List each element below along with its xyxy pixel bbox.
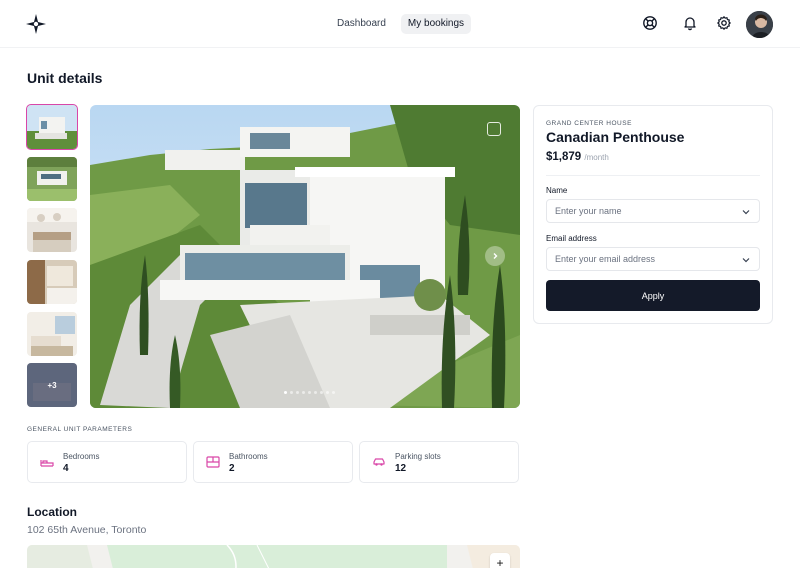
apply-button[interactable]: Apply (546, 280, 760, 311)
unit-building-name: GRAND CENTER HOUSE (546, 120, 632, 127)
gallery-thumbnail[interactable] (26, 104, 78, 150)
param-card-bedrooms: Bedrooms 4 (27, 441, 187, 483)
location-title: Location (27, 505, 77, 519)
unit-price: $1,879 /month (546, 151, 609, 163)
chevron-down-icon[interactable] (742, 256, 750, 264)
more-photos-count: +3 (27, 363, 77, 407)
booking-card: GRAND CENTER HOUSE Canadian Penthouse $1… (533, 105, 773, 324)
parameters-caption: GENERAL UNIT PARAMETERS (27, 426, 133, 433)
divider (546, 175, 760, 176)
carousel-dot[interactable] (296, 391, 299, 394)
price-unit: /month (584, 153, 609, 162)
email-input[interactable] (547, 248, 727, 270)
gallery-thumbnail-more[interactable]: +3 (27, 363, 77, 407)
top-bar: Dashboard My bookings (0, 0, 800, 48)
carousel-dot[interactable] (314, 391, 317, 394)
carousel-dot[interactable] (308, 391, 311, 394)
carousel-dot[interactable] (284, 391, 287, 394)
unit-name: Canadian Penthouse (546, 129, 685, 145)
main-photo[interactable] (90, 105, 520, 408)
carousel-dot[interactable] (302, 391, 305, 394)
expand-icon[interactable] (487, 122, 501, 136)
gallery-thumbnail[interactable] (27, 208, 77, 252)
car-icon (373, 458, 385, 466)
name-field[interactable] (546, 199, 760, 223)
user-avatar[interactable] (746, 11, 773, 38)
param-label: Bedrooms (63, 452, 100, 461)
param-value: 2 (229, 463, 235, 474)
param-label: Parking slots (395, 452, 441, 461)
nav-my-bookings[interactable]: My bookings (400, 14, 472, 34)
sparkle-logo-icon[interactable] (25, 13, 47, 35)
main-nav: Dashboard My bookings (330, 14, 472, 34)
location-address: 102 65th Avenue, Toronto (27, 524, 147, 536)
bed-icon (40, 460, 54, 467)
name-input[interactable] (547, 200, 727, 222)
carousel-dot[interactable] (326, 391, 329, 394)
price-amount: $1,879 (546, 151, 582, 163)
carousel-dot[interactable] (290, 391, 293, 394)
name-label: Name (546, 186, 568, 195)
gallery-thumbnail[interactable] (27, 312, 77, 356)
chevron-down-icon[interactable] (742, 208, 750, 216)
nav-dashboard[interactable]: Dashboard (330, 14, 393, 34)
bell-icon[interactable] (682, 15, 698, 31)
gear-icon[interactable] (716, 15, 732, 31)
param-card-bathrooms: Bathrooms 2 (193, 441, 353, 483)
param-value: 4 (63, 463, 69, 474)
carousel-dot[interactable] (320, 391, 323, 394)
param-label: Bathrooms (229, 452, 268, 461)
carousel-dot[interactable] (332, 391, 335, 394)
location-map[interactable]: + (27, 545, 520, 568)
param-value: 12 (395, 463, 407, 474)
chevron-right-icon[interactable] (485, 246, 505, 266)
support-icon[interactable] (642, 15, 658, 31)
carousel-dots (284, 391, 335, 394)
page-title: Unit details (27, 70, 103, 86)
map-zoom-in-button[interactable]: + (490, 553, 510, 568)
email-field[interactable] (546, 247, 760, 271)
bathtub-icon (206, 456, 220, 468)
gallery-thumbnail[interactable] (27, 157, 77, 201)
param-card-parking: Parking slots 12 (359, 441, 519, 483)
gallery-thumbnail[interactable] (27, 260, 77, 304)
email-label: Email address (546, 234, 597, 243)
